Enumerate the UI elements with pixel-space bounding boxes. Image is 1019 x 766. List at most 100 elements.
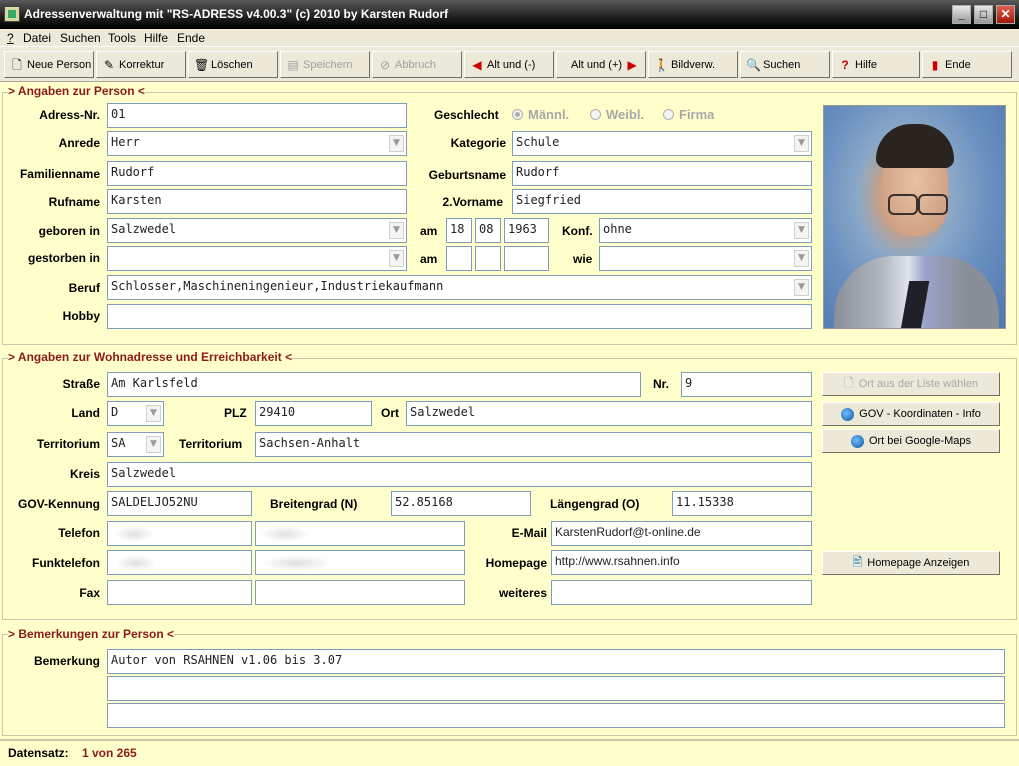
chevron-down-icon[interactable]: ▼ (389, 250, 404, 267)
record-counter: 1 von 265 (82, 746, 137, 760)
save-icon: ▤ (287, 57, 299, 72)
gestorben-in-label: gestorben in (27, 251, 100, 265)
territorium-label: Territorium (179, 437, 243, 451)
exit-button[interactable]: ▮ Ende (922, 51, 1012, 78)
chevron-down-icon[interactable]: ▼ (146, 436, 161, 453)
menu-ende[interactable]: Ende (177, 31, 205, 45)
chevron-down-icon[interactable]: ▼ (146, 405, 161, 422)
gestorben-in-combo[interactable]: ▼ (107, 246, 407, 271)
ort-field[interactable]: Salzwedel (406, 401, 812, 426)
show-homepage-button[interactable]: 🖹 Homepage Anzeigen (822, 551, 1000, 575)
land-combo[interactable]: D ▼ (107, 401, 164, 426)
new-person-button[interactable]: 🗋 Neue Person (4, 51, 94, 78)
death-year-field[interactable] (504, 246, 549, 271)
konf-combo[interactable]: ohne ▼ (599, 218, 812, 243)
menu-suchen[interactable]: Suchen (60, 31, 101, 45)
weiteres-label: weiteres (498, 586, 547, 600)
redacted-text (262, 555, 332, 571)
vorname2-field[interactable]: Siegfried (512, 189, 812, 214)
chevron-down-icon[interactable]: ▼ (389, 222, 404, 239)
geburtsdatum-am-label: am (420, 224, 438, 238)
chevron-down-icon[interactable]: ▼ (794, 222, 809, 239)
ort-label: Ort (381, 406, 399, 420)
bemerkung-label: Bemerkung (33, 654, 100, 668)
close-button[interactable]: ✕ (996, 5, 1015, 24)
image-manager-button[interactable]: 🚶 Bildverw. (648, 51, 738, 78)
gender-firma-radio[interactable]: Firma (663, 107, 714, 122)
familienname-field[interactable]: Rudorf (107, 161, 407, 186)
menu-datei[interactable]: Datei (23, 31, 51, 45)
gov-info-button[interactable]: GOV - Koordinaten - Info (822, 402, 1000, 426)
birth-year-field[interactable]: 1963 (504, 218, 549, 243)
search-button[interactable]: 🔍 Suchen (740, 51, 830, 78)
ort-list-button[interactable]: 🗋 Ort aus der Liste wählen (822, 372, 1000, 396)
geburtsname-label: Geburtsname (428, 168, 506, 182)
fax-label: Fax (79, 586, 100, 600)
homepage-field[interactable]: http://www.rsahnen.info (551, 550, 812, 575)
death-month-field[interactable] (475, 246, 501, 271)
chevron-down-icon[interactable]: ▼ (794, 135, 809, 152)
menu-help-question[interactable]: ? (7, 31, 14, 45)
territorium-code-combo[interactable]: SA ▼ (107, 432, 164, 457)
vorname2-label: 2.Vorname (442, 195, 503, 209)
bemerkung-line-2[interactable] (107, 676, 1005, 701)
wie-combo[interactable]: ▼ (599, 246, 812, 271)
geboren-in-combo[interactable]: Salzwedel ▼ (107, 218, 407, 243)
globe-icon (850, 434, 864, 448)
kreis-field[interactable]: Salzwedel (107, 462, 812, 487)
cancel-button[interactable]: ⊘ Abbruch (372, 51, 462, 78)
territorium-field[interactable]: Sachsen-Anhalt (255, 432, 812, 457)
previous-record-button[interactable]: ◀ Alt und (-) (464, 51, 554, 78)
gender-weibl-radio[interactable]: Weibl. (590, 107, 644, 122)
minimize-button[interactable]: _ (952, 5, 971, 24)
chevron-down-icon[interactable]: ▼ (389, 135, 404, 152)
beruf-combo[interactable]: Schlosser,Maschineningenieur,Industrieka… (107, 275, 812, 300)
birth-day-field[interactable]: 18 (446, 218, 472, 243)
funktelefon-number-field[interactable] (255, 550, 465, 575)
rufname-field[interactable]: Karsten (107, 189, 407, 214)
korrektur-button[interactable]: ✎ Korrektur (96, 51, 186, 78)
chevron-down-icon[interactable]: ▼ (794, 250, 809, 267)
chevron-down-icon[interactable]: ▼ (794, 279, 809, 296)
person-walking-icon: 🚶 (654, 57, 669, 72)
fax-prefix-field[interactable] (107, 580, 252, 605)
app-icon[interactable] (4, 6, 20, 22)
google-maps-button[interactable]: Ort bei Google-Maps (822, 429, 1000, 453)
remarks-section-title: > Bemerkungen zur Person < (8, 627, 175, 641)
toolbar: 🗋 Neue Person ✎ Korrektur 🗑 Löschen ▤ Speich… (0, 48, 1019, 82)
anrede-combo[interactable]: Herr ▼ (107, 131, 407, 156)
geburtsname-field[interactable]: Rudorf (512, 161, 812, 186)
question-icon: ? (841, 57, 849, 72)
fax-number-field[interactable] (255, 580, 465, 605)
menu-hilfe[interactable]: Hilfe (144, 31, 168, 45)
next-record-button[interactable]: Alt und (+) ▶ (556, 51, 646, 78)
nr-field[interactable]: 9 (681, 372, 812, 397)
death-day-field[interactable] (446, 246, 472, 271)
laengengrad-field[interactable]: 11.15338 (672, 491, 812, 516)
person-photo[interactable] (823, 105, 1006, 329)
title-bar[interactable]: Adressenverwaltung mit "RS-ADRESS v4.00.… (0, 0, 1019, 29)
hobby-field[interactable] (107, 304, 812, 329)
telefon-number-field[interactable] (255, 521, 465, 546)
save-button[interactable]: ▤ Speichern (280, 51, 370, 78)
kategorie-combo[interactable]: Schule ▼ (512, 131, 812, 156)
sterbedatum-am-label: am (420, 252, 438, 266)
breitengrad-field[interactable]: 52.85168 (391, 491, 531, 516)
strasse-field[interactable]: Am Karlsfeld (107, 372, 641, 397)
bemerkung-line-1[interactable]: Autor von RSAHNEN v1.06 bis 3.07 (107, 649, 1005, 674)
funktelefon-prefix-field[interactable] (107, 550, 252, 575)
weiteres-field[interactable] (551, 580, 812, 605)
email-field[interactable]: KarstenRudorf@t-online.de (551, 521, 812, 546)
gender-maennl-radio[interactable]: Männl. (512, 107, 569, 122)
telefon-prefix-field[interactable] (107, 521, 252, 546)
plz-field[interactable]: 29410 (255, 401, 372, 426)
menu-tools[interactable]: Tools (108, 31, 136, 45)
adress-nr-field[interactable]: 01 (107, 103, 407, 128)
anrede-label: Anrede (58, 136, 100, 150)
maximize-button[interactable]: □ (974, 5, 993, 24)
birth-month-field[interactable]: 08 (475, 218, 501, 243)
gov-field[interactable]: SALDELJO52NU (107, 491, 252, 516)
bemerkung-line-3[interactable] (107, 703, 1005, 728)
delete-button[interactable]: 🗑 Löschen (188, 51, 278, 78)
help-button[interactable]: ? Hilfe (832, 51, 920, 78)
